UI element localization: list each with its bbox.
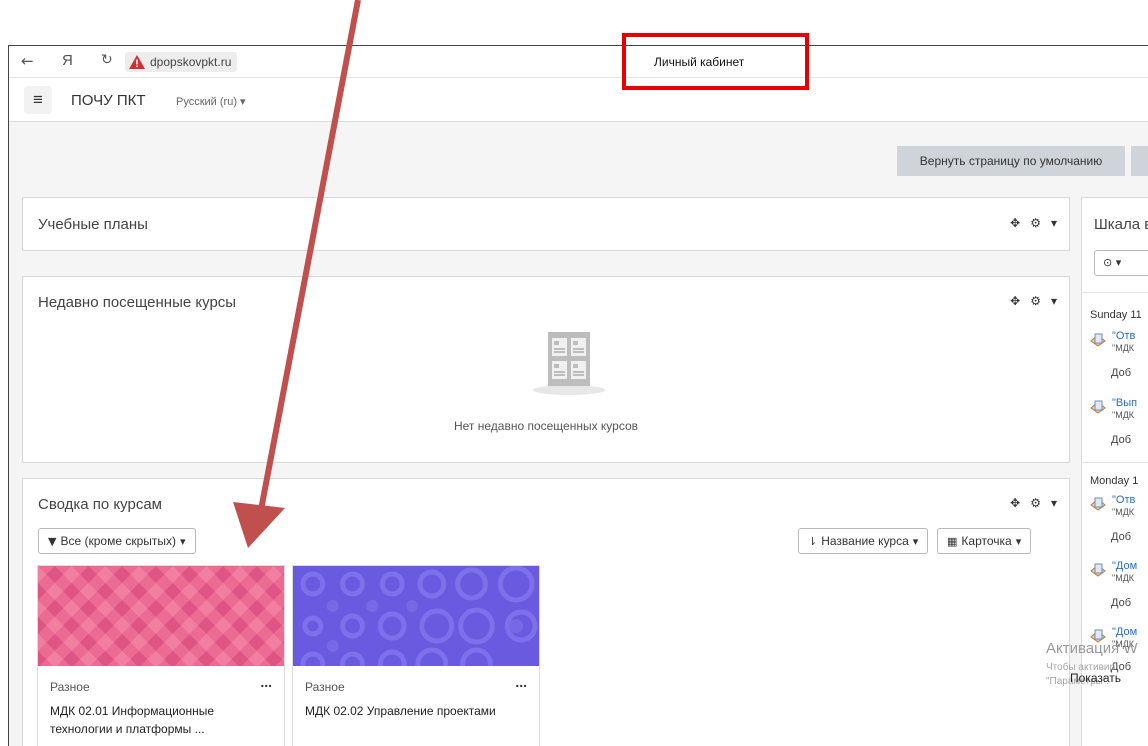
course-name-link[interactable]: МДК 02.02 Управление проектами xyxy=(305,702,525,720)
block-controls: ✥ ⚙ ▾ xyxy=(1010,496,1057,510)
move-icon[interactable]: ✥ xyxy=(1010,294,1020,308)
course-overview-block: Сводка по курсам ✥ ⚙ ▾ ▼ Все (кроме скры… xyxy=(22,478,1070,746)
sort-dropdown[interactable]: ⇂ Название курса ▾ xyxy=(798,528,929,554)
timeline-add-submission[interactable]: Доб xyxy=(1111,597,1131,609)
move-icon[interactable]: ✥ xyxy=(1010,216,1020,230)
chevron-down-icon[interactable]: ▾ xyxy=(1051,294,1057,308)
chevron-down-icon: ▾ xyxy=(1115,256,1122,269)
timeline-event-link[interactable]: "Отв xyxy=(1112,494,1135,506)
course-image[interactable] xyxy=(293,566,539,681)
course-actions-button[interactable]: ... xyxy=(515,674,527,690)
activation-watermark-title: Активация W xyxy=(1046,640,1138,657)
course-image[interactable] xyxy=(38,566,284,666)
course-actions-button[interactable]: ... xyxy=(260,674,272,690)
gear-icon[interactable]: ⚙ xyxy=(1030,216,1041,230)
block-title: Учебные планы xyxy=(38,216,148,233)
sort-icon: ⇂ xyxy=(808,534,818,548)
timeline-day: Monday 1 xyxy=(1090,475,1139,487)
clock-icon: ⊙ xyxy=(1103,256,1113,269)
sort-label: Название курса xyxy=(821,534,909,548)
grid-icon: ▦ xyxy=(947,534,958,548)
timeline-event-course: "МДК xyxy=(1112,410,1135,420)
timeline-event-course: "МДК xyxy=(1112,573,1135,583)
chevron-down-icon: ▾ xyxy=(1015,534,1022,548)
timeline-show-more-button[interactable]: Показать xyxy=(1070,671,1121,685)
yandex-icon[interactable]: Я xyxy=(62,52,73,69)
address-bar[interactable]: dpopskovpkt.ru xyxy=(125,52,238,72)
address-text: dpopskovpkt.ru xyxy=(150,55,232,69)
browser-toolbar: ← Я ↻ dpopskovpkt.ru Личный кабинет xyxy=(9,46,1148,78)
chevron-down-icon: ▾ xyxy=(180,534,186,548)
view-label: Карточка xyxy=(961,534,1012,548)
menu-icon[interactable]: ≡ xyxy=(24,86,52,114)
chevron-down-icon: ▾ xyxy=(912,534,919,548)
site-brand[interactable]: ПОЧУ ПКТ xyxy=(71,92,146,109)
assignment-icon xyxy=(1090,400,1106,414)
block-title: Сводка по курсам xyxy=(38,496,162,513)
chevron-down-icon: ▾ xyxy=(240,96,246,108)
divider xyxy=(1082,292,1148,293)
move-icon[interactable]: ✥ xyxy=(1010,496,1020,510)
timeline-event-course: "МДК xyxy=(1112,507,1135,517)
gear-icon[interactable]: ⚙ xyxy=(1030,294,1041,308)
browser-window: ← Я ↻ dpopskovpkt.ru Личный кабинет ≡ ПО… xyxy=(8,45,1148,746)
course-category: Разное xyxy=(305,680,345,694)
timeline-event-link[interactable]: "Вып xyxy=(1112,397,1137,409)
timeline-event-link[interactable]: "Отв xyxy=(1112,330,1135,342)
course-card[interactable]: Разное ... МДК 02.02 Управление проектам… xyxy=(292,565,540,746)
stop-editing-button[interactable] xyxy=(1131,146,1148,176)
reload-icon[interactable]: ↻ xyxy=(101,52,113,68)
annotation-highlight-box xyxy=(622,33,809,90)
timeline-event-course: "МДК xyxy=(1112,343,1135,353)
course-name-link[interactable]: МДК 02.01 Информационные технологии и пл… xyxy=(50,702,270,738)
filter-icon: ▼ xyxy=(48,534,57,548)
timeline-event-link[interactable]: "Дом xyxy=(1112,560,1137,572)
reset-page-button[interactable]: Вернуть страницу по умолчанию xyxy=(897,146,1125,176)
back-arrow-icon[interactable]: ← xyxy=(21,52,34,70)
chevron-down-icon[interactable]: ▾ xyxy=(1051,496,1057,510)
recent-courses-block: Недавно посещенные курсы ✥ ⚙ ▾ Нет недав… xyxy=(22,276,1070,463)
course-category: Разное xyxy=(50,680,90,694)
timeline-add-submission[interactable]: Доб xyxy=(1111,434,1131,446)
empty-courses-icon xyxy=(531,330,607,398)
block-title: Недавно посещенные курсы xyxy=(38,294,237,311)
block-title: Шкала в xyxy=(1094,216,1148,233)
filter-label: Все (кроме скрытых) xyxy=(60,534,176,548)
filter-dropdown[interactable]: ▼ Все (кроме скрытых) ▾ xyxy=(38,528,196,554)
timeline-day: Sunday 11 xyxy=(1090,309,1142,321)
timeline-filter-dropdown[interactable]: ⊙ ▾ xyxy=(1094,250,1148,276)
language-label: Русский (ru) xyxy=(176,96,237,108)
assignment-icon xyxy=(1090,563,1106,577)
screenshot: ← Я ↻ dpopskovpkt.ru Личный кабинет ≡ ПО… xyxy=(0,0,1148,746)
block-controls: ✥ ⚙ ▾ xyxy=(1010,294,1057,308)
language-menu[interactable]: Русский (ru) ▾ xyxy=(176,95,246,108)
view-dropdown[interactable]: ▦ Карточка ▾ xyxy=(937,528,1032,554)
empty-state-text: Нет недавно посещенных курсов xyxy=(453,419,639,433)
assignment-icon xyxy=(1090,497,1106,511)
gear-icon[interactable]: ⚙ xyxy=(1030,496,1041,510)
warning-icon xyxy=(129,55,145,69)
timeline-add-submission[interactable]: Доб xyxy=(1111,367,1131,379)
chevron-down-icon[interactable]: ▾ xyxy=(1051,216,1057,230)
divider xyxy=(1082,462,1148,463)
course-card[interactable]: Разное ... МДК 02.01 Информационные техн… xyxy=(37,565,285,746)
timeline-event-link[interactable]: "Дом xyxy=(1112,626,1137,638)
site-header: ≡ ПОЧУ ПКТ Русский (ru) ▾ xyxy=(9,78,1148,122)
timeline-add-submission[interactable]: Доб xyxy=(1111,531,1131,543)
block-controls: ✥ ⚙ ▾ xyxy=(1010,216,1057,230)
learning-plans-block: Учебные планы ✥ ⚙ ▾ xyxy=(22,197,1070,251)
assignment-icon xyxy=(1090,333,1106,347)
